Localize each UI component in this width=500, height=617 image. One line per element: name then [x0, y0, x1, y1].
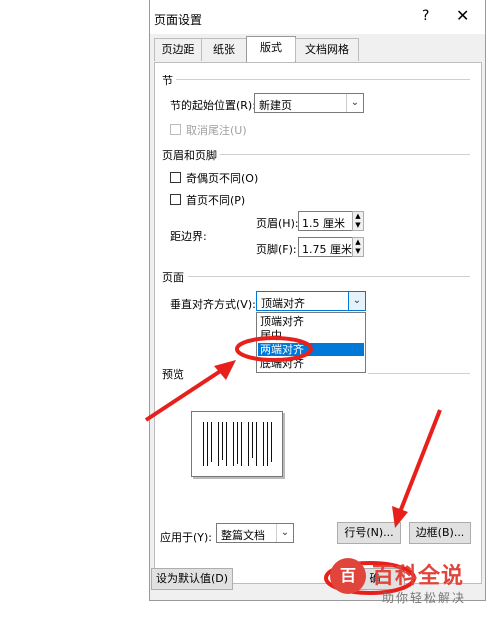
- watermark-title: 百科全说: [372, 564, 465, 589]
- watermark-subtitle: 助你轻松解决: [382, 591, 467, 605]
- annotation-overlay: [144, 336, 442, 595]
- arrowhead-icon: [392, 506, 408, 528]
- arrowhead-icon: [214, 360, 236, 380]
- watermark-logo: 百: [330, 558, 366, 594]
- highlight-ellipse: [235, 336, 313, 362]
- pointer-arrow: [144, 368, 224, 422]
- watermark: 百 百科全说 助你轻松解决: [330, 556, 500, 617]
- pointer-arrow: [398, 409, 442, 513]
